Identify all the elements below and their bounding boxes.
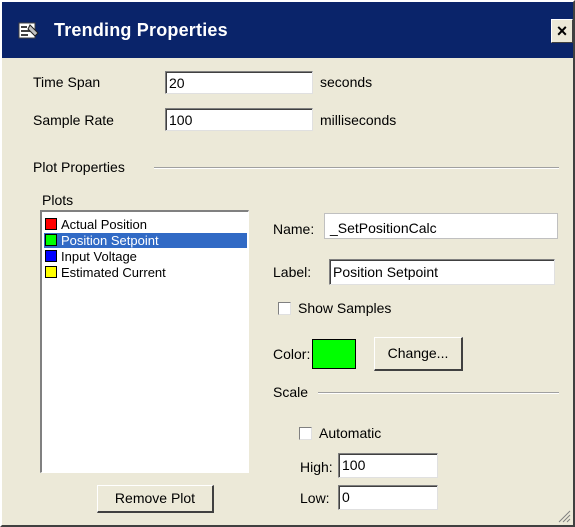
color-swatch	[45, 250, 57, 262]
show-samples-label: Show Samples	[298, 300, 392, 316]
plot-item-label: Estimated Current	[61, 265, 166, 280]
high-input[interactable]: 100	[338, 453, 438, 478]
color-preview-swatch	[312, 339, 356, 369]
title-bar[interactable]: Trending Properties ×	[2, 2, 573, 58]
remove-plot-button[interactable]: Remove Plot	[97, 485, 214, 513]
sample-rate-label: Sample Rate	[33, 112, 114, 128]
label-input[interactable]: Position Setpoint	[329, 259, 555, 285]
properties-icon	[18, 22, 39, 39]
high-label: High:	[300, 459, 333, 475]
window-title: Trending Properties	[54, 20, 228, 40]
color-label: Color:	[273, 346, 311, 362]
plot-item-label: Input Voltage	[61, 249, 137, 264]
plot-properties-divider	[154, 167, 559, 169]
color-swatch	[45, 218, 57, 230]
change-color-button[interactable]: Change...	[374, 337, 463, 371]
label-label: Label:	[273, 264, 312, 280]
color-swatch	[45, 234, 57, 246]
automatic-label: Automatic	[319, 425, 382, 441]
scale-divider	[318, 392, 559, 394]
plots-listbox[interactable]: Actual Position Position Setpoint Input …	[40, 210, 249, 473]
sample-rate-input[interactable]: 100	[165, 108, 313, 131]
name-label: Name:	[273, 221, 315, 237]
trending-properties-dialog: Trending Properties × Time Span 20 secon…	[0, 0, 575, 527]
automatic-checkbox[interactable]	[299, 427, 312, 440]
plots-label: Plots	[42, 192, 74, 208]
color-swatch	[45, 266, 57, 278]
low-input[interactable]: 0	[338, 485, 438, 510]
plot-list-item[interactable]: Estimated Current	[44, 265, 247, 280]
plot-list-item[interactable]: Actual Position	[44, 217, 247, 232]
time-span-label: Time Span	[33, 74, 101, 90]
sample-rate-unit: milliseconds	[320, 112, 397, 128]
show-samples-checkbox[interactable]	[278, 302, 291, 315]
resize-grip-icon[interactable]	[557, 509, 571, 523]
time-span-unit: seconds	[320, 74, 373, 90]
plot-item-label: Position Setpoint	[61, 233, 159, 248]
plot-list-item[interactable]: Input Voltage	[44, 249, 247, 264]
close-button[interactable]: ×	[551, 19, 573, 43]
name-field: _SetPositionCalc	[324, 213, 558, 239]
plot-list-item-selected[interactable]: Position Setpoint	[44, 233, 247, 248]
plot-properties-heading: Plot Properties	[33, 159, 125, 175]
scale-heading: Scale	[273, 384, 309, 400]
low-label: Low:	[300, 490, 330, 506]
plot-item-label: Actual Position	[61, 217, 147, 232]
time-span-input[interactable]: 20	[165, 71, 313, 94]
